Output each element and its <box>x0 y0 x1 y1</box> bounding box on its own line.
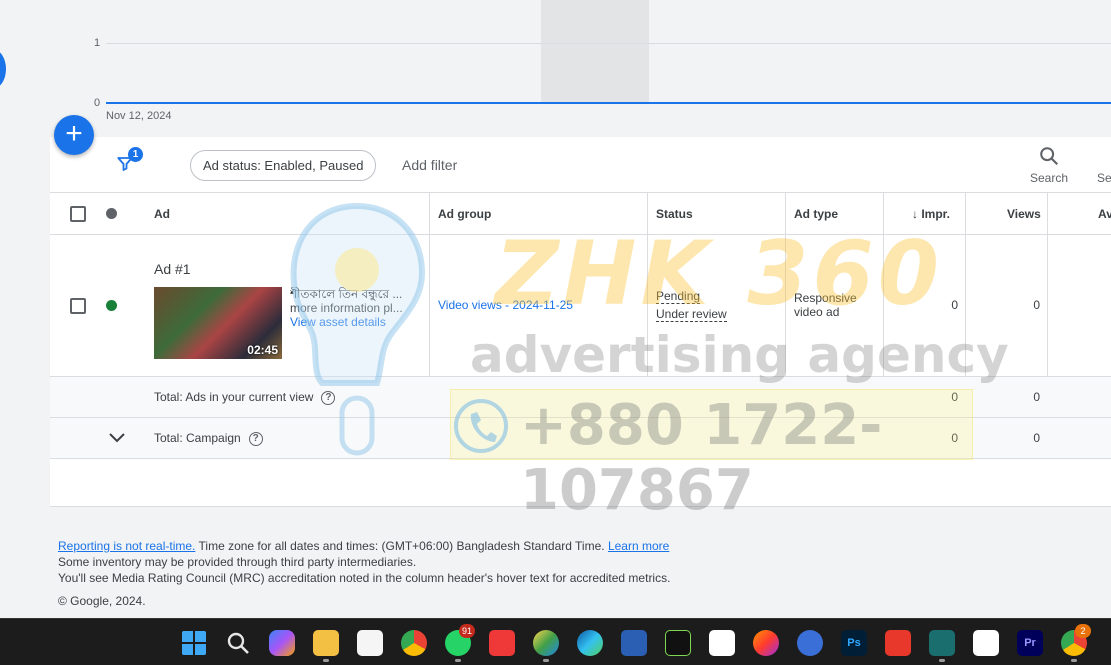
whatsapp-badge: 91 <box>459 624 476 638</box>
copilot-icon[interactable] <box>269 630 295 656</box>
views-value: 0 <box>1033 298 1040 312</box>
watermark-phone-box <box>450 389 973 460</box>
help-icon[interactable]: ? <box>248 431 263 446</box>
photoshop-icon[interactable]: Ps <box>841 630 867 656</box>
impr-value: 0 <box>951 298 958 312</box>
phone-icon <box>454 399 508 453</box>
timezone-text: Time zone for all dates and times: (GMT+… <box>198 539 605 553</box>
ad-preview-text: শীতকালে তিন বন্ধুরে ... more information… <box>290 287 410 329</box>
snipping-tool-icon[interactable] <box>357 630 383 656</box>
sort-arrow-down-icon: ↓ <box>912 207 918 221</box>
reporting-not-realtime-link[interactable]: Reporting is not real-time. <box>58 539 195 553</box>
status-under-review[interactable]: Under review <box>656 307 727 322</box>
running-indicator <box>939 659 945 662</box>
total-views-value: 0 <box>1033 431 1040 445</box>
ad-status-filter-chip[interactable]: Ad status: Enabled, Paused <box>190 150 377 181</box>
column-header-avg-cpv[interactable]: Avg. CP <box>1098 193 1111 235</box>
table-row: Ad #1 02:45 শীতকালে তিন বন্ধুরে ... more… <box>50 235 1111 377</box>
video-duration: 02:45 <box>247 343 278 357</box>
chart-series-line <box>106 102 1111 104</box>
ad-description: more information pl... <box>290 301 403 315</box>
impr-label: Impr. <box>921 207 951 221</box>
column-header-ad-group[interactable]: Ad group <box>438 193 491 235</box>
search-label: Search <box>1030 171 1069 185</box>
microsoft-store-icon[interactable] <box>621 630 647 656</box>
vivaldi-icon[interactable] <box>489 630 515 656</box>
file-explorer-icon[interactable] <box>313 630 339 656</box>
windows-taskbar: 91 Ps Pr 2 <box>0 618 1111 665</box>
premiere-icon[interactable]: Pr <box>1017 630 1043 656</box>
table-header: Ad Ad group Status Ad type ↓ Impr. Views… <box>50 193 1111 235</box>
total-current-view-label: Total: Ads in your current view <box>154 390 314 404</box>
grid-line <box>106 43 1111 44</box>
running-indicator <box>543 659 549 662</box>
column-header-status[interactable]: Status <box>656 193 693 235</box>
running-indicator <box>455 659 461 662</box>
chrome-icon[interactable] <box>401 630 427 656</box>
select-all-checkbox[interactable] <box>70 206 86 222</box>
search-icon <box>1040 147 1059 166</box>
filter-count-badge: 1 <box>128 147 143 162</box>
row-checkbox[interactable] <box>70 298 86 314</box>
help-icon[interactable]: ? <box>321 390 336 405</box>
app-icon[interactable] <box>665 630 691 656</box>
ad-type-cell: Responsive video ad <box>794 291 857 319</box>
column-header-ad[interactable]: Ad <box>154 193 170 235</box>
copyright: © Google, 2024. <box>58 594 146 608</box>
view-asset-details-link[interactable]: View asset details <box>290 315 410 329</box>
column-header-ad-type[interactable]: Ad type <box>794 193 838 235</box>
inventory-text: Some inventory may be provided through t… <box>58 555 417 569</box>
add-filter-button[interactable]: Add filter <box>402 157 457 173</box>
ad-group-link[interactable]: Video views - 2024-11-25 <box>438 298 573 312</box>
y-axis-label-0: 0 <box>94 97 101 109</box>
column-header-views[interactable]: Views <box>1007 193 1041 235</box>
segment-label: Se <box>1097 171 1111 185</box>
capcut-icon[interactable] <box>973 630 999 656</box>
performance-chart: 1 0 Nov 12, 2024 <box>50 0 1111 135</box>
app-icon[interactable] <box>533 630 559 656</box>
status-cell: Pending Under review <box>656 287 727 323</box>
x-axis-date-label: Nov 12, 2024 <box>106 110 172 122</box>
firefox-icon[interactable] <box>753 630 779 656</box>
ad-type-line2: video ad <box>794 305 840 319</box>
enabled-status-dot[interactable] <box>106 300 117 311</box>
total-label: Total: Campaign? <box>154 431 263 446</box>
total-views-value: 0 <box>1033 390 1040 404</box>
ad-type-line1: Responsive <box>794 291 857 305</box>
segment-button[interactable]: Se <box>1097 171 1111 185</box>
chart-highlight-band <box>541 0 649 104</box>
edge-icon[interactable] <box>577 630 603 656</box>
plus-icon: + <box>65 117 83 150</box>
capcut-icon[interactable] <box>709 630 735 656</box>
total-label: Total: Ads in your current view? <box>154 390 336 405</box>
y-axis-label-1: 1 <box>94 37 101 49</box>
report-footer: Reporting is not real-time. Time zone fo… <box>58 538 670 586</box>
status-dot-header <box>106 208 117 219</box>
sync-icon[interactable] <box>797 630 823 656</box>
side-nav-button[interactable] <box>0 50 6 88</box>
create-fab-button[interactable]: + <box>54 115 94 155</box>
status-pending[interactable]: Pending <box>656 289 701 304</box>
running-indicator <box>1071 659 1077 662</box>
video-thumbnail[interactable]: 02:45 <box>154 287 282 359</box>
anydesk-icon[interactable] <box>885 630 911 656</box>
total-campaign-label: Total: Campaign <box>154 431 241 445</box>
search-button[interactable]: Search <box>1030 145 1068 185</box>
learn-more-link[interactable]: Learn more <box>608 539 669 553</box>
chevron-down-icon[interactable] <box>108 432 126 444</box>
running-indicator <box>323 659 329 662</box>
mrc-text: You'll see Media Rating Council (MRC) ac… <box>58 571 671 585</box>
taskbar-search-icon[interactable] <box>225 630 251 656</box>
filter-bar: 1 Ad status: Enabled, Paused Add filter … <box>50 137 1111 193</box>
windows-start-icon[interactable] <box>181 630 207 656</box>
filmora-icon[interactable] <box>929 630 955 656</box>
ad-name: Ad #1 <box>154 261 191 277</box>
ad-headline: শীতকালে তিন বন্ধুরে ... <box>290 287 403 301</box>
column-header-impr[interactable]: ↓ Impr. <box>912 193 950 235</box>
chrome-badge: 2 <box>1075 624 1091 638</box>
